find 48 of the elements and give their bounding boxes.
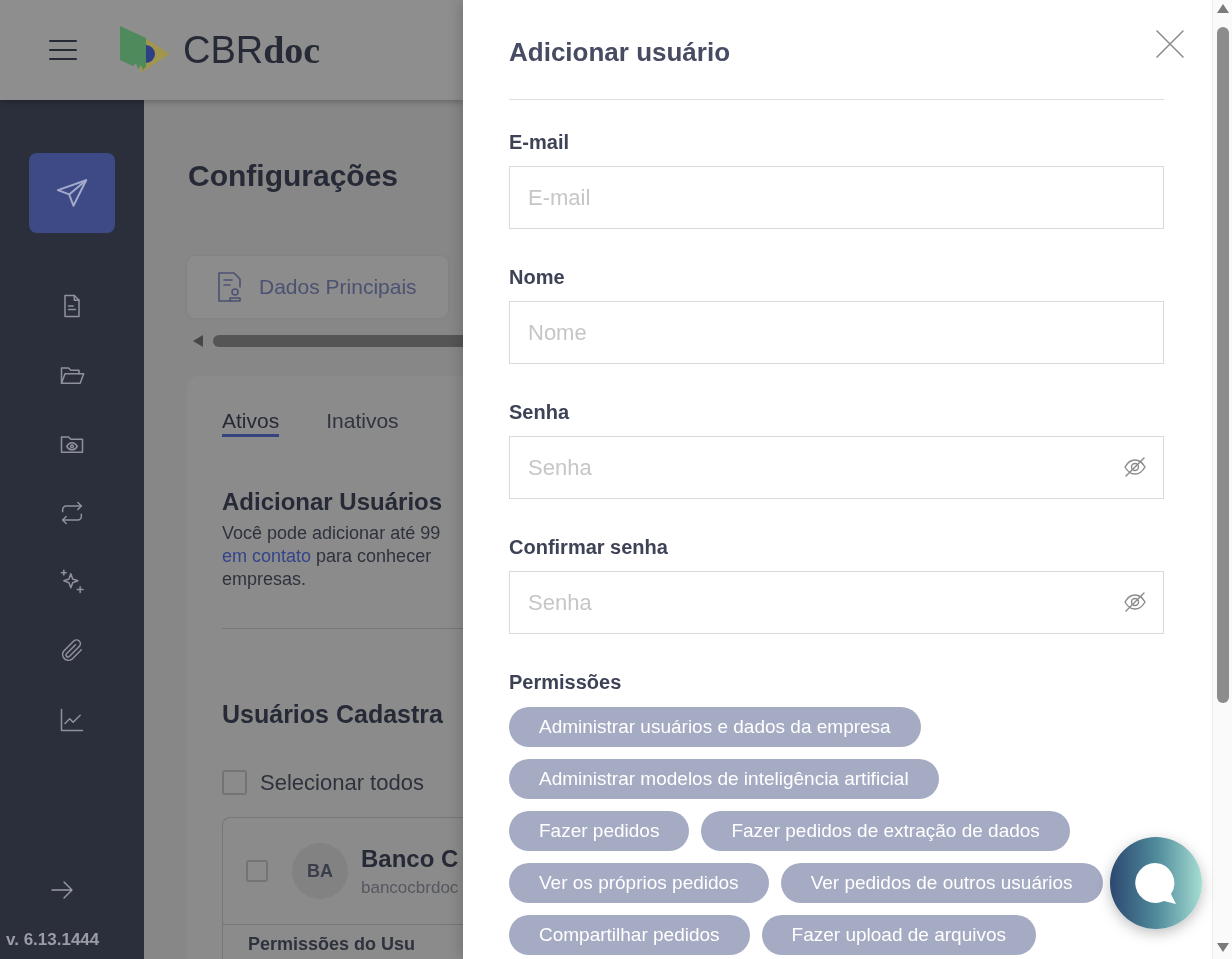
tab[interactable]: Inativos (326, 408, 399, 437)
tab[interactable]: Ativos (222, 408, 280, 437)
section-title: Adicionar Usuários (222, 487, 444, 517)
checkbox-label: Selecionar todos (260, 770, 424, 795)
field-label: Senha (509, 400, 571, 424)
arrow-right-icon[interactable] (50, 880, 74, 900)
scroll-up-arrow-icon[interactable] (1216, 4, 1229, 13)
page-title: Configurações (188, 158, 400, 194)
eye-slash-icon[interactable] (1123, 456, 1147, 478)
close-icon[interactable] (1156, 30, 1184, 58)
field-label: Permissões (509, 670, 623, 694)
text-field[interactable]: Nome (509, 301, 1164, 364)
speech-bubble-icon (1133, 862, 1179, 904)
permission-chip[interactable]: Ver pedidos de outros usuários (780, 863, 1103, 903)
scrollbar-thumb[interactable] (213, 335, 463, 347)
version-text: v. 6.13.1444 (5, 930, 100, 950)
section-title: Usuários Cadastra (222, 699, 444, 729)
eye-slash-icon[interactable] (1123, 591, 1147, 613)
paper-plane-icon (55, 176, 89, 210)
avatar: BA (292, 843, 348, 899)
description-text: Você pode adicionar até 99 em contato para conhecer empresas. (222, 522, 442, 591)
logo-text: CBRdoc (183, 31, 321, 69)
field-label: E-mail (509, 130, 571, 154)
send-button[interactable] (29, 153, 115, 233)
permission-chip[interactable]: Administrar modelos de inteligência artificial (509, 759, 939, 799)
text-field[interactable]: E-mail (509, 166, 1164, 229)
menu-icon[interactable] (49, 39, 77, 61)
sparkles-icon[interactable] (58, 567, 86, 596)
field-label: Nome (509, 265, 566, 289)
document-stamp-icon (217, 271, 243, 303)
card-section-title: Permissões do Usu (247, 933, 416, 955)
scroll-down-arrow-icon[interactable] (1216, 943, 1229, 952)
permission-chip[interactable]: Compartilhar pedidos (509, 915, 750, 955)
scrollbar-thumb[interactable] (1216, 27, 1229, 703)
permission-chip[interactable]: Fazer pedidos de extração de dados (701, 811, 1070, 851)
permission-chip[interactable]: Fazer upload de arquivos (761, 915, 1036, 955)
field-label: Confirmar senha (509, 535, 669, 559)
password-field[interactable]: Senha (509, 571, 1164, 634)
contact-link[interactable]: em contato (222, 546, 312, 566)
password-field[interactable]: Senha (509, 436, 1164, 499)
section-tab[interactable]: Dados Principais (187, 256, 448, 318)
logo-icon (120, 26, 170, 74)
user-name: Banco C (361, 845, 459, 873)
dialog-title: Adicionar usuário (509, 36, 731, 68)
permission-chip[interactable]: Ver os próprios pedidos (509, 863, 769, 903)
permission-chip[interactable]: Fazer pedidos (509, 811, 690, 851)
permission-chip[interactable]: Administrar usuários e dados da empresa (509, 707, 921, 747)
scroll-left-arrow-icon[interactable] (193, 335, 203, 347)
